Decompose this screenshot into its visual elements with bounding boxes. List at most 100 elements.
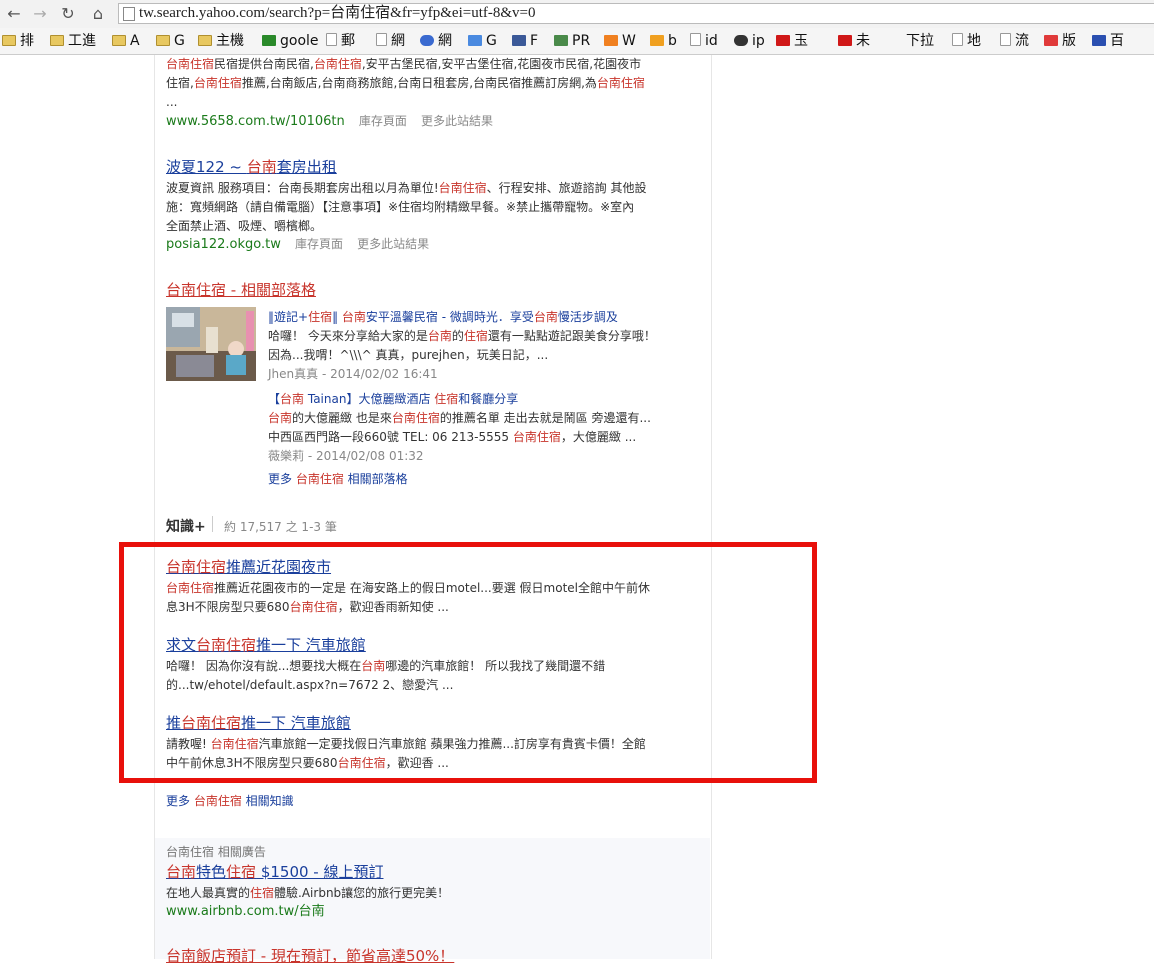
text-segment: 體驗.Airbnb讓您的旅行更完美！ [274, 886, 450, 900]
ad-url[interactable]: www.airbnb.com.tw/台南 [166, 903, 325, 921]
cache-link[interactable]: 庫存頁面 [359, 114, 407, 128]
bookmark-item[interactable]: W [604, 32, 636, 50]
bookmark-folder[interactable]: 主機 [198, 32, 244, 50]
bookmark-item[interactable]: b [650, 32, 677, 50]
blog-post-title-link[interactable]: ‖遊記+住宿‖ 台南安平溫馨民宿 - 微調時光．享受台南慢活步調及 [268, 308, 618, 327]
keyword-highlight: 住宿 [463, 329, 488, 343]
paw-icon [1092, 35, 1106, 46]
result-title-link[interactable]: 波夏122 ~ 台南套房出租 [166, 157, 337, 177]
page-icon [690, 33, 701, 46]
grid-icon [1044, 35, 1058, 46]
blog-post-meta: 薇樂莉 - 2014/02/08 01:32 [268, 449, 424, 463]
text-segment: 的大億麗緻 也是來 [292, 411, 392, 425]
home-icon[interactable]: ⌂ [88, 4, 108, 24]
bookmark-item[interactable]: F [512, 32, 538, 50]
reload-icon[interactable]: ↻ [58, 4, 78, 24]
text-segment: 哈囉！ 今天來分享給大家的是 [268, 329, 428, 343]
keyword-highlight: 台南住宿 [295, 472, 344, 486]
bookmark-item[interactable]: ip [734, 32, 765, 50]
more-site-results-link[interactable]: 更多此站結果 [357, 237, 429, 251]
blog-post-meta: Jhen真真 - 2014/02/02 16:41 [268, 367, 438, 381]
result-url[interactable]: www.5658.com.tw/10106tn [166, 114, 345, 129]
result-url-row: posia122.okgo.tw 庫存頁面 更多此站結果 [166, 235, 429, 254]
text-segment: 慢活步調及 [557, 310, 618, 324]
page-icon [123, 7, 135, 21]
keyword-highlight: 台南 [280, 392, 305, 406]
youtube-icon [776, 35, 790, 46]
highlight-annotation-box [119, 542, 817, 783]
text-segment: 更多 [268, 472, 296, 486]
bookmark-item[interactable]: 版 [1044, 32, 1076, 50]
text-segment: 波夏資訊 服務項目：台南長期套房出租以月為單位! [166, 181, 439, 195]
facebook-icon [512, 35, 526, 46]
ads-label: 台南住宿 相關廣告 [166, 845, 266, 859]
text-segment: 的推薦名單 走出去就是鬧區 旁邊還有... [439, 411, 651, 425]
bookmark-item[interactable]: 流 [1000, 32, 1029, 50]
text-segment: 特色 [196, 863, 227, 881]
blog-thumbnail-image [166, 307, 256, 381]
at-icon [420, 35, 434, 46]
result-snippet: 台南住宿民宿提供台南民宿,台南住宿,安平古堡民宿,安平古堡住宿,花園夜市民宿,花… [166, 55, 641, 74]
text-segment: 套房出租 [276, 158, 337, 176]
keyword-highlight: 台南住宿 [193, 76, 242, 90]
bookmark-folder[interactable]: A [112, 32, 140, 50]
page-icon [1000, 33, 1011, 46]
bookmark-item[interactable]: 百 [1092, 32, 1124, 50]
keyword-highlight: 住宿 [250, 886, 275, 900]
keyword-highlight: 台南住宿 [438, 181, 487, 195]
bookmark-item[interactable]: 下拉 [906, 32, 934, 50]
text-segment: 住宿, [166, 76, 194, 90]
bookmark-item[interactable]: 網 [376, 32, 405, 50]
bookmark-folder[interactable]: 工進 [50, 32, 96, 50]
text-segment: 民宿提供台南民宿, [214, 57, 314, 71]
more-site-results-link[interactable]: 更多此站結果 [421, 114, 493, 128]
ad-snippet: 在地人最真實的住宿體驗.Airbnb讓您的旅行更完美！ [166, 884, 449, 903]
text-segment: Tainan】大億麗緻酒店 [304, 392, 435, 406]
back-icon[interactable]: ← [4, 4, 24, 24]
more-knowledge-link[interactable]: 更多 台南住宿 相關知識 [166, 792, 294, 811]
bookmark-folder[interactable]: 排 [2, 32, 34, 50]
bookmark-item[interactable]: PR [554, 32, 590, 50]
ad-title-link[interactable]: 台南特色住宿 $1500 - 線上預訂 [166, 862, 383, 882]
blog-thumbnail[interactable] [166, 307, 256, 381]
bookmark-folder[interactable]: G [156, 32, 185, 50]
blog-post-title-link[interactable]: 【台南 Tainan】大億麗緻酒店 住宿和餐廳分享 [268, 390, 518, 409]
keyword-highlight: 台南 [341, 310, 366, 324]
site-icon [262, 35, 276, 46]
bookmark-item[interactable]: goole [262, 32, 319, 50]
page-icon [952, 33, 963, 46]
result-snippet: 住宿,台南住宿推薦,台南飯店,台南商務旅館,台南日租套房,台南民宿推薦訂房網,為… [166, 74, 645, 93]
folder-icon [112, 35, 126, 46]
bookmark-item[interactable]: 玉 [776, 32, 808, 50]
bookmark-item[interactable]: id [690, 32, 718, 50]
forward-icon[interactable]: → [30, 4, 50, 24]
bookmark-item[interactable]: 郵 [326, 32, 355, 50]
knowledge-section-label[interactable]: 知識+ [166, 516, 206, 536]
keyword-highlight: 台南住宿 [166, 57, 215, 71]
bookmark-item[interactable]: 地 [952, 32, 981, 50]
folder-icon [156, 35, 170, 46]
cache-link[interactable]: 庫存頁面 [295, 237, 343, 251]
bookmark-item[interactable]: 網 [420, 32, 452, 50]
more-blogs-link[interactable]: 更多 台南住宿 相關部落格 [268, 470, 408, 489]
text-segment: 【 [268, 392, 281, 406]
text-segment: ... [166, 95, 178, 109]
keyword-highlight: 台南 [166, 863, 197, 881]
bookmark-item[interactable]: 未 [838, 32, 870, 50]
result-url[interactable]: posia122.okgo.tw [166, 237, 281, 252]
keyword-highlight: 台南住宿 [193, 794, 242, 808]
bookmark-item[interactable]: G [468, 32, 497, 50]
address-bar[interactable]: tw.search.yahoo.com/search?p=台南住宿&fr=yfp… [118, 3, 1154, 24]
text-segment: 相關部落格 [343, 472, 408, 486]
ad-title-link[interactable]: 台南飯店預訂 - 現在預訂，節省高達50%！ [166, 946, 454, 966]
bookmarks-bar: 排 工進 A G 主機 goole 郵 網 網 G F PR W b id ip… [0, 28, 1154, 55]
folder-icon [2, 35, 16, 46]
text-segment: 因為...我喟！^\\\^ 真真，purejhen，玩美日記，... [268, 348, 549, 362]
text-segment: 相關知識 [241, 794, 294, 808]
bing-icon [650, 35, 664, 46]
text-segment: 安平溫馨民宿 - 微調時光．享受 [365, 310, 534, 324]
keyword-highlight: 台南住宿 [313, 57, 362, 71]
text-segment: 施：寬頻網路（請自備電腦）【注意事項】※住宿均附精緻早餐。※禁止攜帶寵物。※室內 [166, 200, 635, 214]
text-segment: 、行程安排、旅遊諮詢 其他設 [486, 181, 647, 195]
blog-section-title-link[interactable]: 台南住宿 - 相關部落格 [166, 280, 316, 300]
